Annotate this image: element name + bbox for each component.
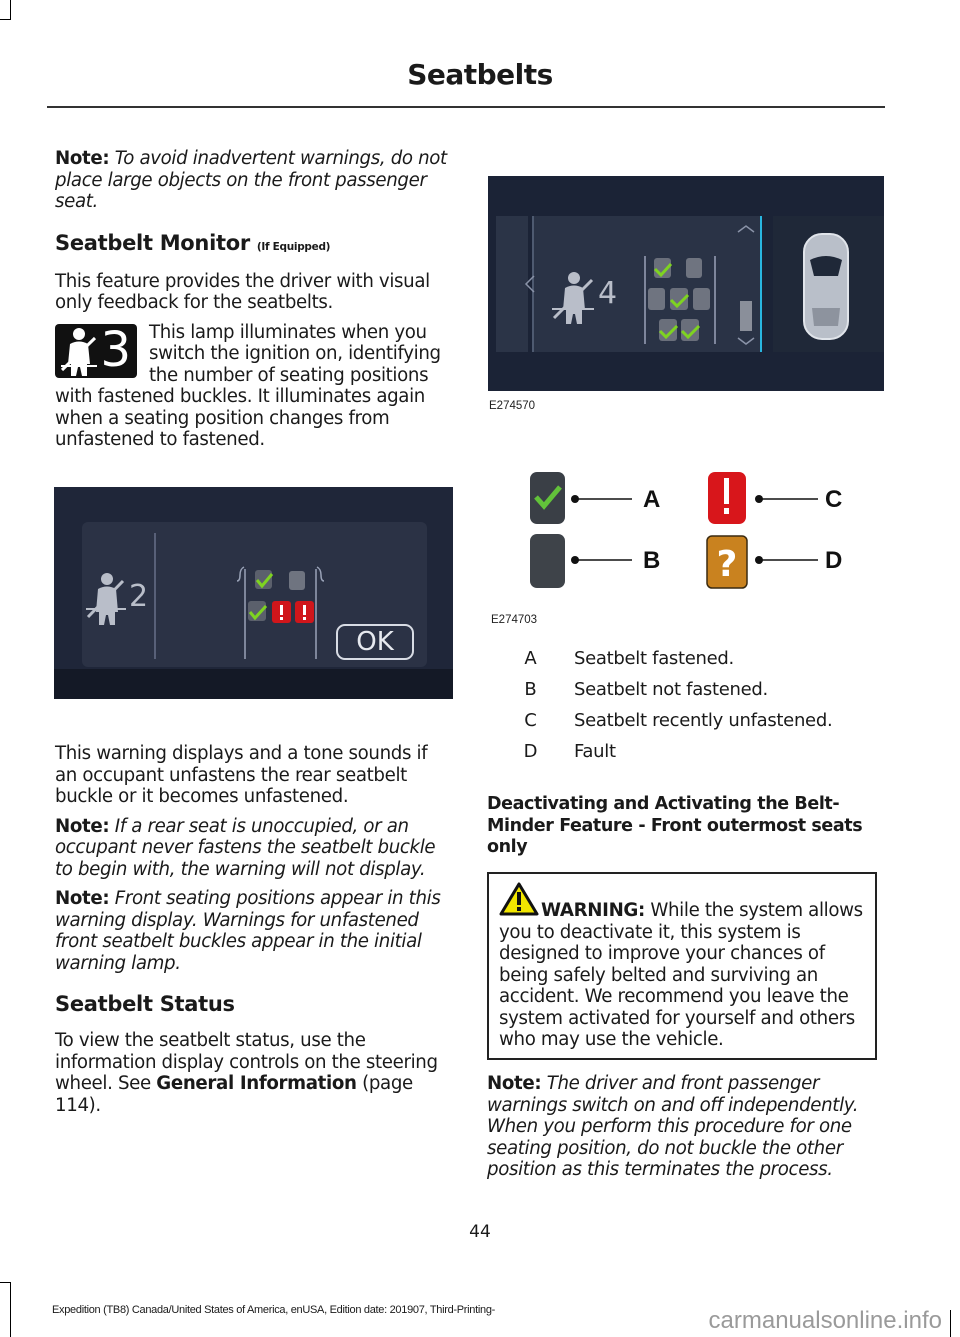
legend-description: Fault <box>574 741 616 762</box>
legend-row: B Seatbelt not fastened. <box>487 679 832 710</box>
legend-description: Seatbelt not fastened. <box>574 679 768 700</box>
belted-count: 3 <box>100 321 131 378</box>
crop-mark <box>950 1310 951 1337</box>
legend-key: B <box>524 679 537 700</box>
note-label: Note: <box>55 888 110 909</box>
callout-c: C <box>825 486 842 513</box>
seatbelt-person-icon <box>60 327 97 376</box>
seat-not-fastened-icon <box>530 534 565 588</box>
callout-a: A <box>643 486 660 513</box>
crop-mark <box>10 1282 11 1337</box>
note-text: To avoid inadvertent warnings, do not pl… <box>55 148 447 212</box>
lamp-description: 3 This lamp illuminates when you switch … <box>55 322 450 451</box>
svg-text:?: ? <box>717 544 738 585</box>
figure-id: E274703 <box>491 614 538 626</box>
legend-row: A Seatbelt fastened. <box>487 648 832 679</box>
note-text: If a rear seat is unoccupied, or an occu… <box>55 815 436 880</box>
if-equipped-label: (If Equipped) <box>256 240 331 253</box>
note-rear-seat: Note: If a rear seat is unoccupied, or a… <box>55 816 450 881</box>
note-independent-warnings: Note: The driver and front passenger war… <box>487 1073 882 1181</box>
seat-not-fastened <box>648 288 665 310</box>
figure-seat-status-legend: A B C ? D <box>488 462 884 612</box>
legend-table: A Seatbelt fastened. B Seatbelt not fast… <box>487 648 833 772</box>
feature-description: This feature provides the driver with vi… <box>55 270 430 314</box>
page-title: Seatbelts <box>407 58 553 91</box>
warning-label: WARNING: <box>541 900 645 921</box>
status-icons-illustration: A B C ? D <box>530 472 842 589</box>
legend-key: C <box>524 710 537 731</box>
left-column-lower: This warning displays and a tone sounds … <box>55 743 450 1116</box>
page-number: 44 <box>469 1222 491 1242</box>
note-text: The driver and front passenger warnings … <box>487 1073 859 1180</box>
note-label: Note: <box>55 148 110 169</box>
seat-recently-unfastened <box>272 601 291 623</box>
vehicle-top-view-icon <box>803 233 849 340</box>
seat-recently-unfastened <box>295 601 314 623</box>
note-label: Note: <box>55 815 110 837</box>
watermark: carmanualsonline.info <box>708 1307 942 1334</box>
seat-fastened <box>680 319 701 341</box>
warning-box: WARNING: While the system allows you to … <box>487 872 877 1060</box>
note-text: Front seating positions appear in this w… <box>55 888 441 974</box>
seat-not-fastened <box>686 258 702 278</box>
seat-fault-icon: ? <box>706 535 748 589</box>
callout-d: D <box>825 547 842 574</box>
seatbelt-warning-lamp-icon: 3 <box>55 321 137 378</box>
belted-count: 2 <box>129 579 149 614</box>
belted-count: 4 <box>598 276 618 311</box>
warning-body: While the system allows you to deactivat… <box>499 900 863 1050</box>
warning-display-description: This warning displays and a tone sounds … <box>55 743 428 807</box>
seat-fastened <box>248 601 268 621</box>
figure-seatbelt-warning-display: 2 OK <box>54 487 453 699</box>
legend-key: D <box>523 741 538 762</box>
crop-mark <box>10 0 11 20</box>
section-heading-belt-minder: Deactivating and Activating the Belt-Min… <box>487 794 863 857</box>
general-information-link[interactable]: General Information <box>156 1073 357 1094</box>
note-avoid-warnings: Note: To avoid inadvertent warnings, do … <box>55 148 450 213</box>
callout-b: B <box>643 547 660 574</box>
seat-recently-unfastened-icon <box>708 472 746 524</box>
scrollbar-thumb[interactable] <box>740 301 752 331</box>
seat-fastened <box>658 319 679 341</box>
legend-description: Seatbelt recently unfastened. <box>574 710 833 731</box>
legend-row: D Fault <box>487 741 832 772</box>
ok-button[interactable]: OK <box>336 624 414 660</box>
section-heading-seatbelt-monitor: Seatbelt Monitor (If Equipped) <box>55 231 450 255</box>
left-column: Note: To avoid inadvertent warnings, do … <box>55 148 450 451</box>
note-front-seating: Note: Front seating positions appear in … <box>55 888 450 974</box>
legend-description: Seatbelt fastened. <box>574 648 734 669</box>
heading-text: Seatbelt Monitor <box>55 230 250 255</box>
legend-key: A <box>524 648 537 669</box>
warning-display-illustration <box>54 487 453 699</box>
seat-fastened <box>255 570 274 589</box>
seat-not-fastened <box>289 571 305 590</box>
seat-fastened <box>653 258 673 278</box>
edition-footer: Expedition (TB8) Canada/United States of… <box>52 1304 496 1316</box>
seat-fastened <box>669 288 690 310</box>
warning-text: WARNING: While the system allows you to … <box>499 900 869 1051</box>
status-display-illustration <box>488 176 884 391</box>
note-label: Note: <box>487 1073 542 1094</box>
seatbelt-status-description: To view the seatbelt status, use the inf… <box>55 1030 450 1116</box>
ok-label: OK <box>356 627 394 657</box>
crop-mark <box>0 19 11 20</box>
figure-id: E274570 <box>489 400 536 412</box>
section-heading-seatbelt-status: Seatbelt Status <box>55 992 235 1016</box>
title-divider <box>47 106 885 108</box>
seat-not-fastened <box>693 288 710 310</box>
seat-fastened-icon <box>530 472 565 524</box>
crop-mark <box>0 1282 11 1283</box>
figure-seatbelt-status-display: 4 <box>488 176 884 391</box>
legend-row: C Seatbelt recently unfastened. <box>487 710 832 741</box>
